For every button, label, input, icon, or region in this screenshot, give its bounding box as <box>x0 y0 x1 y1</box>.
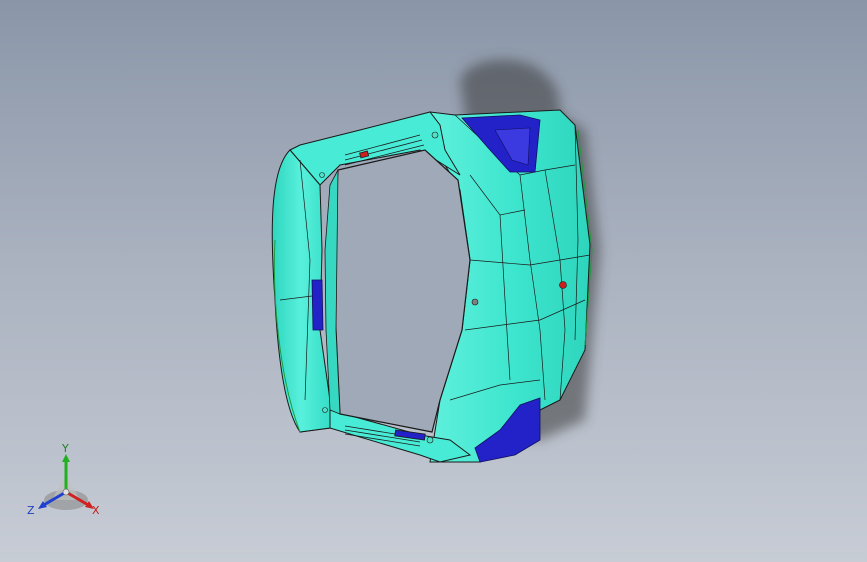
x-axis-label: X <box>92 504 100 517</box>
3d-model-view[interactable] <box>0 0 867 562</box>
fastener-top <box>431 131 439 139</box>
y-axis-label: Y <box>62 442 69 455</box>
fastener-left-top <box>319 172 325 178</box>
fastener-left-bottom <box>322 407 328 413</box>
fastener-center <box>471 298 479 306</box>
orientation-triad[interactable]: Y X Z <box>22 442 112 526</box>
side-handle-slot[interactable] <box>311 279 324 331</box>
red-marker <box>559 281 567 289</box>
z-axis-label: Z <box>27 504 35 517</box>
graphics-viewport[interactable]: Y X Z <box>0 0 867 562</box>
fastener-bottom <box>426 436 434 444</box>
